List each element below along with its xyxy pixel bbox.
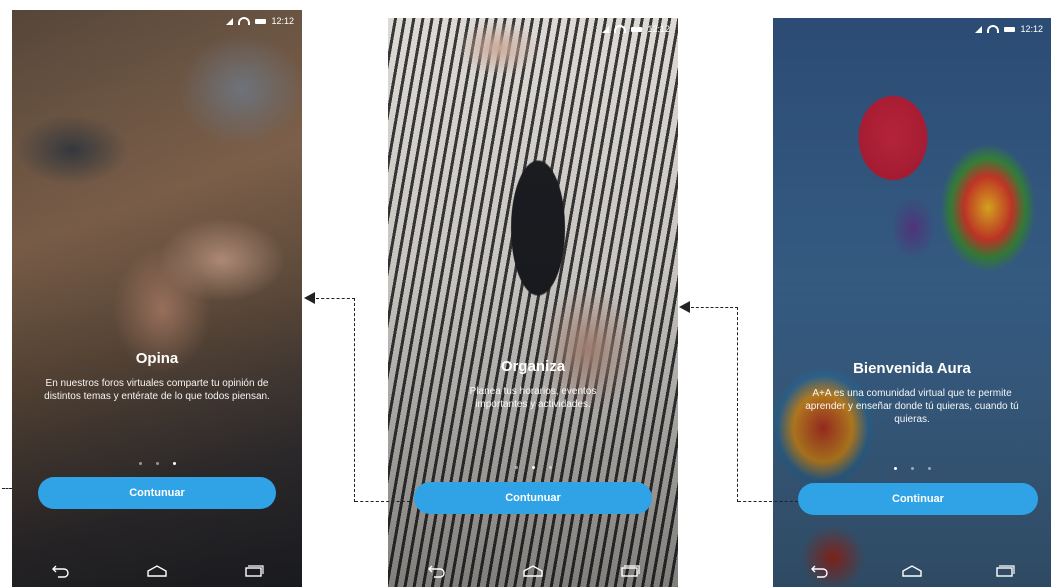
- arrow-left-icon: [304, 292, 315, 304]
- status-bar: 12:12: [602, 24, 670, 34]
- onboarding-text: Bienvenida Aura A+A es una comunidad vir…: [773, 360, 1051, 426]
- screen-bienvenida: 12:12 Bienvenida Aura A+A es una comunid…: [773, 18, 1051, 587]
- recents-icon[interactable]: [994, 560, 1016, 582]
- flow-connector: [316, 298, 355, 299]
- status-time: 12:12: [647, 24, 670, 34]
- continue-button[interactable]: Contunuar: [38, 477, 276, 509]
- page-dot-active[interactable]: [172, 462, 176, 465]
- flow-connector: [2, 488, 12, 489]
- flow-connector: [737, 307, 738, 502]
- wifi-icon: [614, 25, 627, 33]
- page-dot[interactable]: [548, 466, 552, 469]
- flow-connector: [354, 298, 355, 502]
- page-dot[interactable]: [138, 462, 142, 465]
- onboarding-description: A+A es una comunidad virtual que te perm…: [805, 388, 1019, 425]
- battery-icon: [1004, 26, 1016, 32]
- recents-icon[interactable]: [619, 560, 641, 582]
- continue-button[interactable]: Contunuar: [414, 482, 652, 514]
- wifi-icon: [987, 25, 1000, 33]
- page-indicator: [388, 466, 678, 469]
- page-dot[interactable]: [155, 462, 159, 465]
- status-time: 12:12: [1020, 24, 1043, 34]
- home-icon[interactable]: [146, 560, 168, 582]
- onboarding-description: Planea tus horarios, eventos importantes…: [469, 386, 597, 410]
- status-bar: 12:12: [975, 24, 1043, 34]
- page-dot-active[interactable]: [893, 467, 897, 470]
- flow-connector: [738, 501, 798, 502]
- continue-button[interactable]: Continuar: [798, 483, 1038, 515]
- screen-opina: 12:12 Opina En nuestros foros virtuales …: [12, 10, 302, 587]
- onboarding-title: Organiza: [500, 358, 566, 375]
- screen-organiza: 12:12 Organiza Planea tus horarios, even…: [388, 18, 678, 587]
- page-indicator: [773, 467, 1051, 470]
- signal-icon: [226, 17, 234, 25]
- battery-icon: [631, 26, 643, 32]
- android-nav-bar: [12, 555, 302, 587]
- home-icon[interactable]: [522, 560, 544, 582]
- wifi-icon: [238, 17, 251, 25]
- onboarding-title: Bienvenida Aura: [853, 360, 971, 377]
- status-bar: 12:12: [226, 16, 294, 26]
- status-time: 12:12: [271, 16, 294, 26]
- page-dot[interactable]: [910, 467, 914, 470]
- android-nav-bar: [388, 555, 678, 587]
- arrow-left-icon: [679, 301, 690, 313]
- page-dot[interactable]: [927, 467, 931, 470]
- onboarding-description: En nuestros foros virtuales comparte tu …: [44, 378, 270, 402]
- onboarding-title: Opina: [135, 350, 179, 367]
- page-indicator: [12, 462, 302, 465]
- flow-connector: [691, 307, 738, 308]
- recents-icon[interactable]: [243, 560, 265, 582]
- back-icon[interactable]: [49, 560, 71, 582]
- signal-icon: [975, 25, 983, 33]
- back-icon[interactable]: [808, 560, 830, 582]
- onboarding-text: Opina En nuestros foros virtuales compar…: [12, 350, 302, 403]
- android-nav-bar: [773, 555, 1051, 587]
- page-dot-active[interactable]: [531, 466, 535, 469]
- page-dot[interactable]: [514, 466, 518, 469]
- home-icon[interactable]: [901, 560, 923, 582]
- back-icon[interactable]: [425, 560, 447, 582]
- flow-connector: [355, 501, 410, 502]
- onboarding-text: Organiza Planea tus horarios, eventos im…: [388, 358, 678, 411]
- battery-icon: [255, 18, 267, 24]
- signal-icon: [602, 25, 610, 33]
